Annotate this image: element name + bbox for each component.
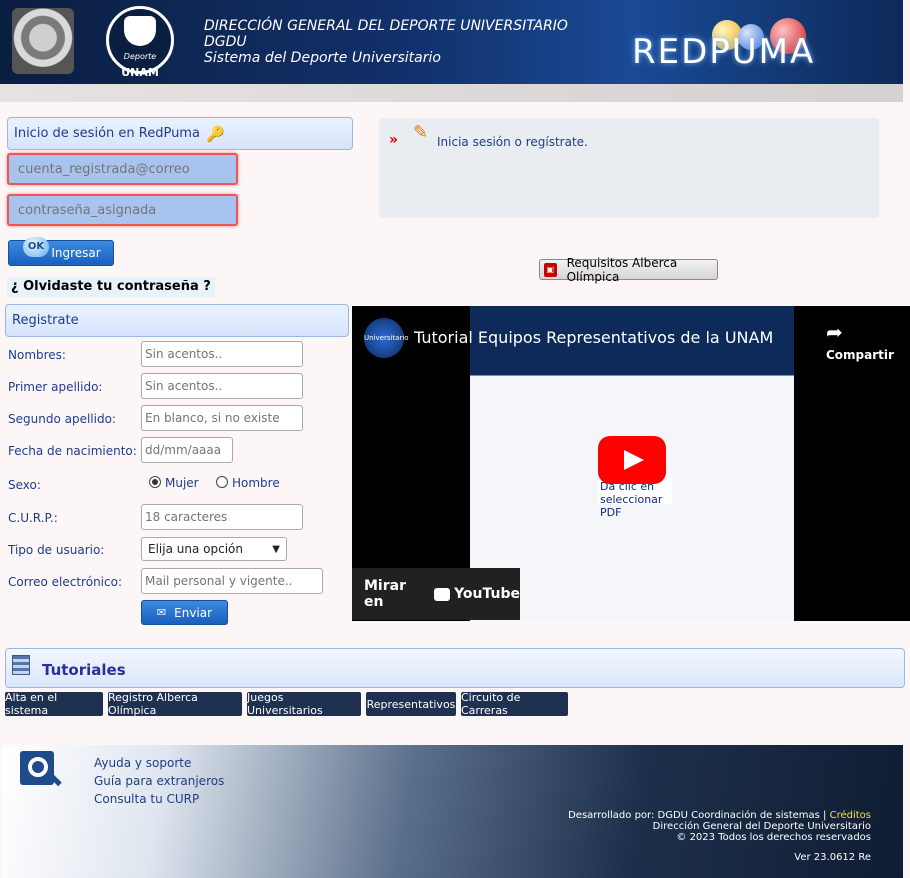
video-title[interactable]: Tutorial Equipos Representativos de la U…: [414, 328, 773, 347]
deporte-unam-logo: Deporte UNAM: [106, 6, 174, 80]
footer-copyright: © 2023 Todos los derechos reservados: [676, 832, 871, 843]
register-panel-title: Registrate: [5, 304, 349, 337]
nombres-field[interactable]: [141, 341, 303, 367]
sexo-mujer-radio[interactable]: Mujer: [149, 476, 199, 490]
video-player[interactable]: Da clic en seleccionar PDF Universitario…: [352, 306, 910, 621]
share-icon[interactable]: ➦: [826, 320, 843, 344]
tipo-usuario-select[interactable]: Elija una opción ▼: [141, 537, 287, 561]
segundo-apellido-label: Segundo apellido:: [8, 412, 116, 426]
tutorials-bar: Tutoriales: [5, 648, 905, 688]
sexo-label: Sexo:: [8, 478, 41, 492]
channel-avatar: Universitario: [364, 318, 409, 358]
tutorial-alberca-button[interactable]: Registro Alberca Olímpica: [108, 691, 242, 717]
email-input[interactable]: [7, 153, 238, 185]
correo-label: Correo electrónico:: [8, 575, 122, 589]
fecha-nacimiento-label: Fecha de nacimiento:: [8, 444, 137, 458]
forgot-password-link[interactable]: ¿ Olvidaste tu contraseña ?: [7, 277, 215, 297]
chevron-down-icon: ▼: [272, 543, 280, 555]
enviar-button[interactable]: ✉ Enviar: [141, 600, 228, 625]
fecha-nacimiento-field[interactable]: [141, 437, 233, 463]
send-icon: ✉: [156, 606, 167, 619]
pdf-icon: ▣: [544, 262, 557, 277]
sexo-hombre-radio[interactable]: Hombre: [216, 476, 280, 490]
tipo-usuario-label: Tipo de usuario:: [8, 543, 105, 557]
footer-developed: Desarrollado por: DGDU Coordinación de s…: [568, 810, 871, 821]
login-button[interactable]: OK Ingresar: [8, 237, 114, 266]
curp-label: C.U.R.P.:: [8, 511, 58, 525]
footer-link-curp[interactable]: Consulta tu CURP: [94, 792, 199, 806]
primer-apellido-label: Primer apellido:: [8, 380, 103, 394]
requisitos-alberca-button[interactable]: ▣ Requisitos Alberca Olímpica: [539, 256, 718, 284]
info-message: Inicia sesión o regístrate.: [437, 135, 588, 149]
header-title: DIRECCIÓN GENERAL DEL DEPORTE UNIVERSITA…: [204, 18, 568, 66]
header-stripe: [0, 84, 903, 102]
curp-field[interactable]: [141, 504, 303, 530]
ok-icon: OK: [23, 237, 49, 257]
tutorial-alta-button[interactable]: Alta en el sistema: [5, 691, 103, 717]
footer-link-extranjeros[interactable]: Guía para extranjeros: [94, 774, 224, 788]
redpuma-logo: REDPUMA: [632, 32, 816, 72]
pencil-icon: ✎: [413, 122, 429, 143]
tutorials-title: Tutoriales: [42, 661, 126, 679]
unam-escudo-logo: [12, 8, 74, 74]
radio-unchecked-icon: [216, 476, 228, 488]
footer-org: Dirección General del Deporte Universita…: [652, 821, 871, 832]
key-icon: 🔑: [205, 124, 225, 143]
tutorial-representativos-button[interactable]: Representativos: [366, 692, 456, 716]
site-footer: Ayuda y soporte Guía para extranjeros Co…: [2, 745, 903, 878]
info-box: » ✎ Inicia sesión o regístrate.: [379, 118, 879, 218]
footer-link-ayuda[interactable]: Ayuda y soporte: [94, 756, 191, 770]
share-label[interactable]: Compartir: [826, 348, 894, 362]
nombres-label: Nombres:: [8, 348, 66, 362]
password-input[interactable]: [7, 194, 238, 226]
youtube-icon: [433, 587, 451, 601]
double-chevron-icon: »: [389, 132, 399, 148]
site-header: Deporte UNAM DIRECCIÓN GENERAL DEL DEPOR…: [0, 0, 903, 84]
segundo-apellido-field[interactable]: [141, 405, 303, 431]
correo-field[interactable]: [141, 568, 323, 594]
radio-checked-icon: [149, 476, 161, 488]
search-help-icon: [20, 751, 64, 791]
play-icon[interactable]: [598, 436, 666, 484]
tutorial-juegos-button[interactable]: Juegos Universitarios: [247, 691, 361, 717]
film-icon: [12, 655, 30, 675]
login-panel-title: Inicio de sesión en RedPuma 🔑: [7, 117, 353, 150]
footer-version: Ver 23.0612 Re: [794, 852, 871, 863]
credits-link[interactable]: Créditos: [830, 810, 871, 821]
primer-apellido-field[interactable]: [141, 373, 303, 399]
tutorial-circuito-button[interactable]: Circuito de Carreras: [461, 691, 568, 717]
watch-on-youtube-button[interactable]: Mirar en YouTube: [352, 568, 520, 620]
